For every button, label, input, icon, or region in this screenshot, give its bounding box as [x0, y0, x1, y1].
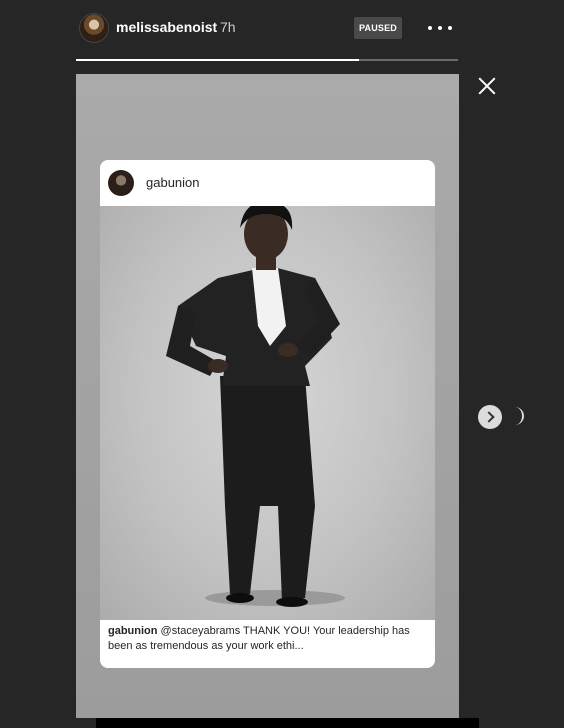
post-caption: gabunion @staceyabrams THANK YOU! Your l…	[108, 624, 428, 654]
avatar[interactable]	[80, 14, 108, 42]
caption-username: gabunion	[108, 625, 158, 637]
post-photo	[100, 201, 435, 620]
person-photo-illustration	[166, 201, 345, 607]
progress-fill	[76, 59, 359, 61]
post-username: gabunion	[146, 175, 200, 190]
story-frame[interactable]: gabunion gabunion @staceyabrams THANK YO…	[76, 74, 459, 718]
story-header: melissabenoist 7h PAUSED	[0, 0, 564, 60]
more-options-icon[interactable]	[426, 14, 454, 40]
chevron-right-icon[interactable]	[478, 405, 502, 429]
username[interactable]: melissabenoist	[116, 19, 217, 35]
time-ago: 7h	[220, 19, 236, 35]
story-progress-bar	[76, 59, 458, 61]
post-avatar	[108, 170, 134, 196]
post-header: gabunion	[100, 160, 435, 206]
close-icon[interactable]	[476, 75, 498, 97]
bottom-bar	[96, 718, 479, 728]
shared-post-card[interactable]: gabunion gabunion @staceyabrams THANK YO…	[100, 160, 435, 668]
paused-badge: PAUSED	[354, 17, 402, 39]
next-story-peek[interactable]	[514, 407, 524, 425]
